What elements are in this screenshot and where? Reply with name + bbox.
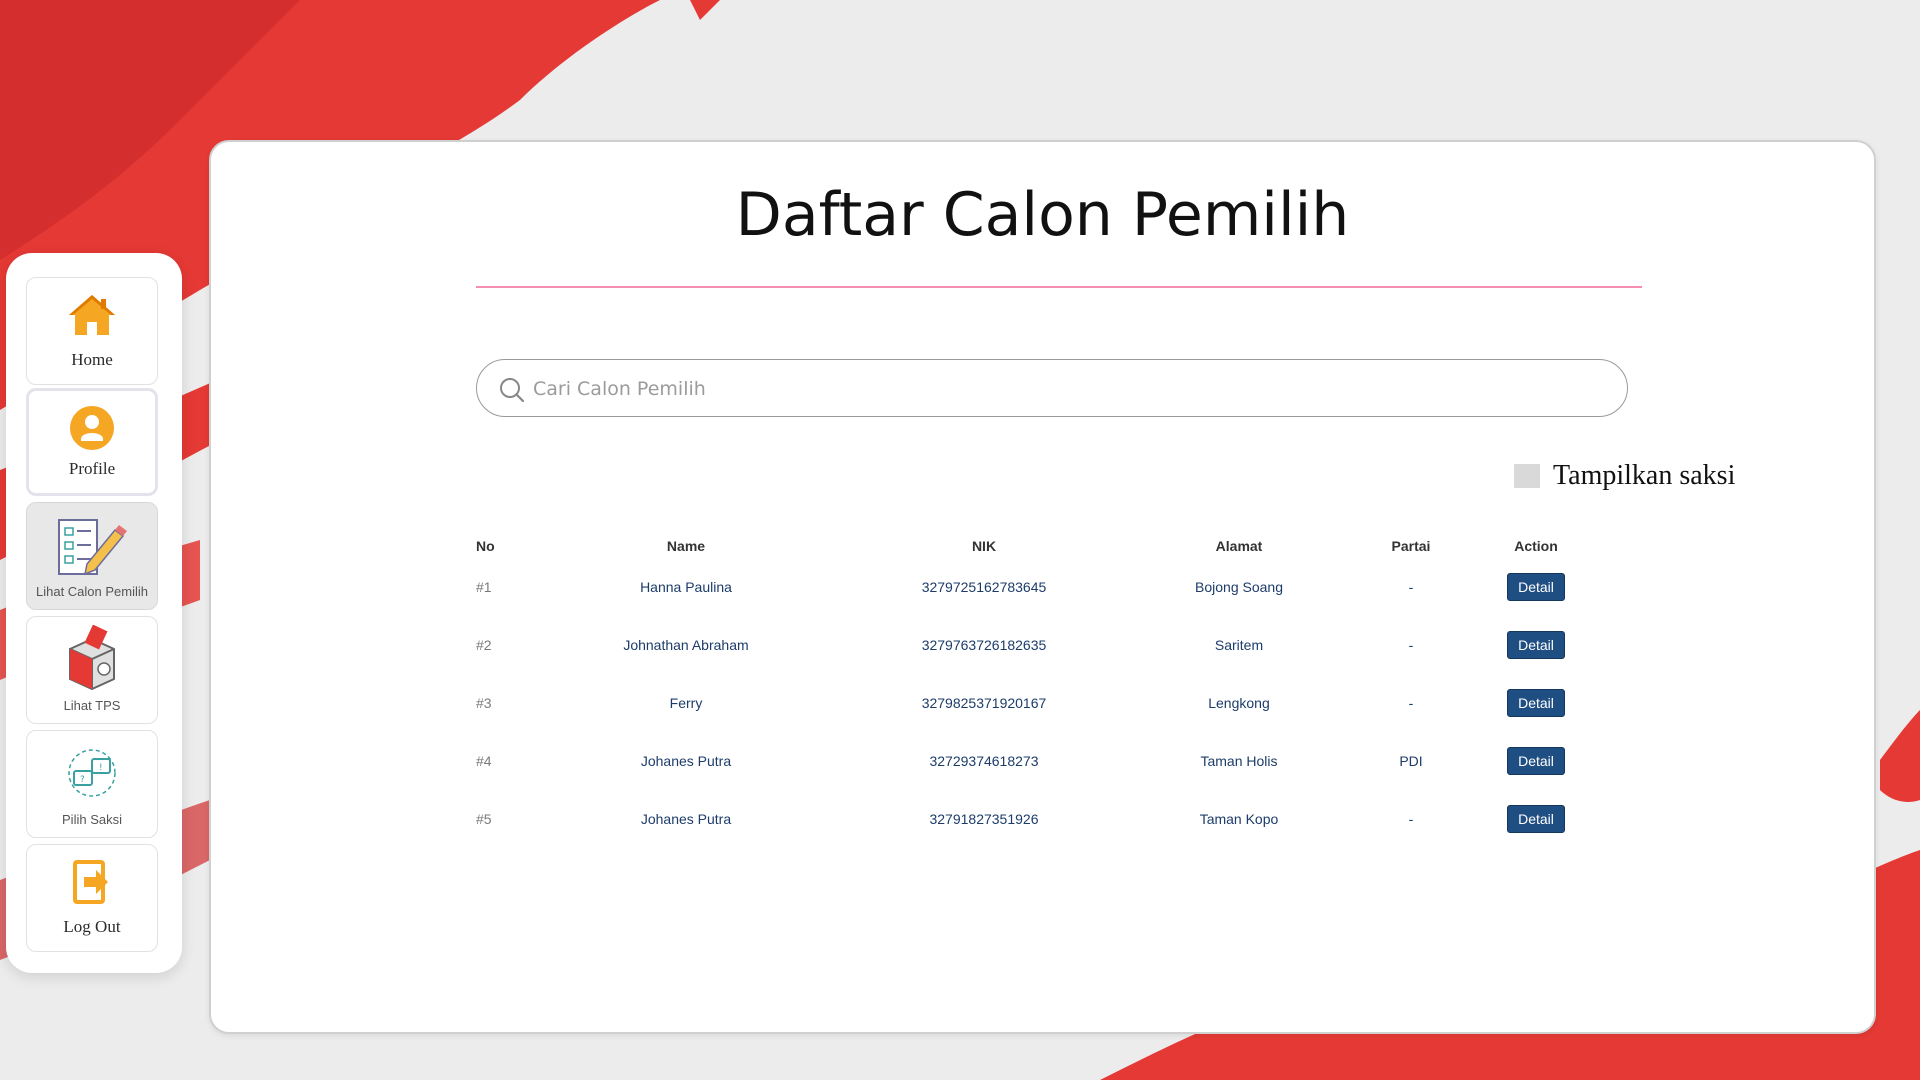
ballot-box-icon <box>27 625 157 691</box>
row-name: Johanes Putra <box>640 811 732 827</box>
table-row: #1 Hanna Paulina 3279725162783645 Bojong… <box>476 558 1596 616</box>
row-no: #1 <box>476 579 492 595</box>
show-witness-label: Tampilkan saksi <box>1553 460 1736 491</box>
row-no: #2 <box>476 637 492 653</box>
detail-button[interactable]: Detail <box>1507 573 1565 601</box>
row-nik: 32729374618273 <box>929 753 1039 769</box>
show-witness-checkbox[interactable] <box>1514 464 1540 488</box>
logout-icon <box>27 857 157 907</box>
row-no: #3 <box>476 695 492 711</box>
user-icon <box>29 403 155 453</box>
row-action-cell: Detail <box>1476 790 1596 848</box>
exchange-icon: ? ! <box>27 745 157 801</box>
table-header-row: No Name NIK Alamat Partai Action <box>476 534 1596 558</box>
search-icon <box>499 377 525 408</box>
row-partai: PDI <box>1399 753 1423 769</box>
svg-text:?: ? <box>80 775 85 785</box>
search-bar <box>476 359 1628 417</box>
show-witness-toggle: Tampilkan saksi <box>1514 460 1735 492</box>
main-card: Daftar Calon Pemilih Tampilkan saksi No … <box>209 140 1876 1034</box>
title-divider <box>476 286 1642 288</box>
row-action-cell: Detail <box>1476 732 1596 790</box>
sidebar-item-home[interactable]: Home <box>26 277 158 385</box>
table-row: #4 Johanes Putra 32729374618273 Taman Ho… <box>476 732 1596 790</box>
row-action-cell: Detail <box>1476 558 1596 616</box>
header-alamat: Alamat <box>1215 538 1263 554</box>
table-row: #5 Johanes Putra 32791827351926 Taman Ko… <box>476 790 1596 848</box>
row-partai: - <box>1408 579 1414 595</box>
row-partai: - <box>1408 695 1414 711</box>
row-no: #5 <box>476 811 492 827</box>
row-alamat: Taman Kopo <box>1199 811 1279 827</box>
sidebar-item-log-out[interactable]: Log Out <box>26 844 158 952</box>
table-row: #3 Ferry 3279825371920167 Lengkong - Det… <box>476 674 1596 732</box>
row-partai: - <box>1408 637 1414 653</box>
sidebar-item-profile[interactable]: Profile <box>26 388 158 496</box>
sidebar-item-label: Lihat TPS <box>63 698 121 713</box>
sidebar-item-label: Lihat Calon Pemilih <box>35 584 148 599</box>
row-nik: 3279763726182635 <box>921 637 1047 653</box>
sidebar: Home Profile Lihat Calon Pemilih Lihat T… <box>6 253 182 973</box>
home-icon <box>27 290 157 340</box>
row-alamat: Taman Holis <box>1200 753 1278 769</box>
sidebar-item-lihat-calon-pemilih[interactable]: Lihat Calon Pemilih <box>26 502 158 610</box>
detail-button[interactable]: Detail <box>1507 631 1565 659</box>
voter-table: No Name NIK Alamat Partai Action #1 Hann… <box>476 534 1596 848</box>
header-name: Name <box>666 538 706 554</box>
row-no: #4 <box>476 753 492 769</box>
header-partai: Partai <box>1391 538 1431 554</box>
row-name: Johnathan Abraham <box>623 637 749 653</box>
row-partai: - <box>1408 811 1414 827</box>
table-row: #2 Johnathan Abraham 3279763726182635 Sa… <box>476 616 1596 674</box>
row-alamat: Lengkong <box>1208 695 1270 711</box>
sidebar-item-label: Home <box>71 350 113 369</box>
sidebar-item-label: Log Out <box>63 917 121 936</box>
header-no: No <box>476 538 495 554</box>
sidebar-item-lihat-tps[interactable]: Lihat TPS <box>26 616 158 724</box>
page-title: Daftar Calon Pemilih <box>735 180 1350 250</box>
row-action-cell: Detail <box>1476 674 1596 732</box>
row-nik: 32791827351926 <box>929 811 1039 827</box>
sidebar-item-label: Profile <box>68 459 116 478</box>
row-action-cell: Detail <box>1476 616 1596 674</box>
row-alamat: Bojong Soang <box>1195 579 1283 595</box>
row-name: Ferry <box>669 695 703 711</box>
detail-button[interactable]: Detail <box>1507 805 1565 833</box>
detail-button[interactable]: Detail <box>1507 689 1565 717</box>
row-nik: 3279825371920167 <box>921 695 1047 711</box>
search-input[interactable] <box>531 370 1595 408</box>
checklist-icon <box>27 517 157 577</box>
header-nik: NIK <box>971 538 997 554</box>
row-nik: 3279725162783645 <box>921 579 1047 595</box>
header-action: Action <box>1514 538 1558 554</box>
svg-text:!: ! <box>99 763 103 773</box>
sidebar-item-label: Pilih Saksi <box>62 812 122 827</box>
sidebar-item-pilih-saksi[interactable]: ? ! Pilih Saksi <box>26 730 158 838</box>
detail-button[interactable]: Detail <box>1507 747 1565 775</box>
row-name: Johanes Putra <box>640 753 732 769</box>
row-name: Hanna Paulina <box>640 579 732 595</box>
row-alamat: Saritem <box>1214 637 1264 653</box>
